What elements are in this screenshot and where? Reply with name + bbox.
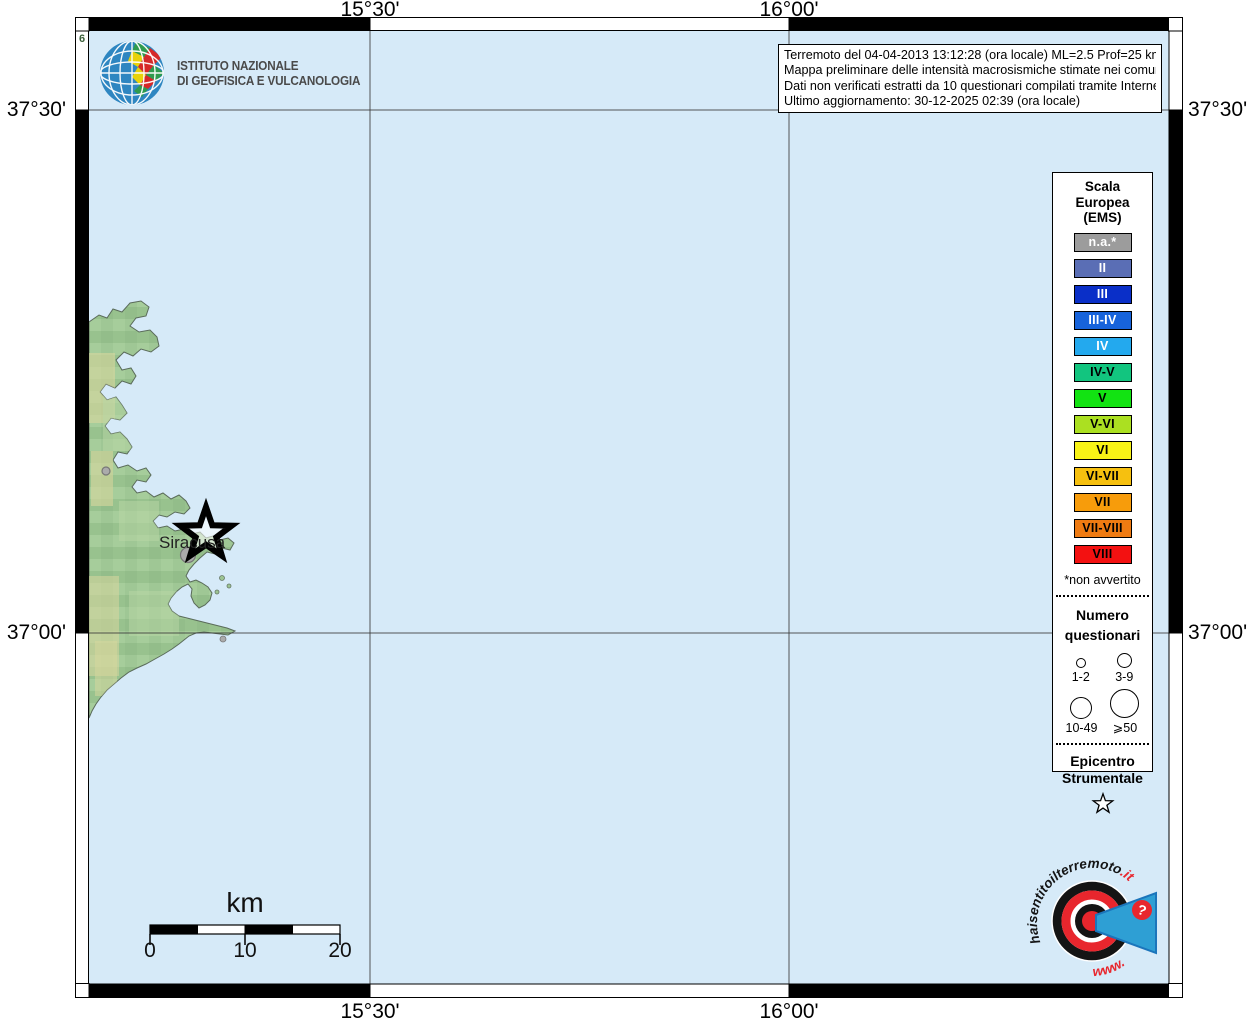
- legend-title-line3: (EMS): [1053, 210, 1152, 226]
- macroseismic-map-page: 15°30' 16°00' 15°30' 16°00' 37°30' 37°00…: [0, 0, 1255, 1024]
- scalebar-tick-20: 20: [328, 939, 351, 963]
- questionnaire-title-line1: Numero: [1053, 605, 1152, 625]
- intensity-chip-v-vi: V-VI: [1074, 415, 1132, 434]
- intensity-chip-iii: III: [1074, 285, 1132, 304]
- intensity-chip-vi: VI: [1074, 441, 1132, 460]
- legend-box: Scala Europea (EMS) n.a.* II III III-IV …: [1052, 172, 1153, 772]
- event-info-line2: Mappa preliminare delle intensità macros…: [784, 63, 1156, 78]
- sea-fill: [89, 31, 1169, 984]
- questionnaire-circle-3-9-icon: [1117, 653, 1132, 668]
- institute-name-line1: ISTITUTO NAZIONALE: [177, 58, 360, 74]
- lat-label-left-2: 37°00': [0, 621, 66, 645]
- legend-title-line1: Scala: [1053, 179, 1152, 195]
- municipality-circle-small: [102, 467, 110, 475]
- legend-title-line2: Europea: [1053, 195, 1152, 211]
- intensity-chip-ii: II: [1074, 259, 1132, 278]
- lat-label-right-2: 37°00': [1188, 621, 1254, 645]
- lat-label-left-1: 37°30': [0, 98, 66, 122]
- legend-separator-2: [1056, 743, 1149, 745]
- questionnaire-circle-1-2-icon: [1076, 658, 1086, 668]
- lon-label-top-2: 16°00': [759, 0, 818, 22]
- intensity-chip-vii: VII: [1074, 493, 1132, 512]
- ingv-branding: ISTITUTO NAZIONALE DI GEOFISICA E VULCAN…: [97, 39, 381, 107]
- lon-label-bottom-1: 15°30': [340, 1000, 399, 1024]
- lon-label-top-1: 15°30': [340, 0, 399, 22]
- scalebar-tick-10: 10: [233, 939, 256, 963]
- scalebar-unit: km: [195, 887, 295, 919]
- event-info-line1: Terremoto del 04-04-2013 13:12:28 (ora l…: [784, 48, 1156, 63]
- intensity-chip-vi-vii: VI-VII: [1074, 467, 1132, 486]
- questionnaire-title-line2: questionari: [1053, 625, 1152, 645]
- islet-2: [227, 584, 231, 588]
- islet-4: [220, 636, 226, 642]
- epicenter-title-line2: Strumentale: [1053, 770, 1152, 787]
- islet-1: [220, 576, 225, 581]
- questionnaire-size-50: ⩾50: [1113, 720, 1137, 735]
- intensity-chip-viii: VIII: [1074, 545, 1132, 564]
- legend-epicenter-star-icon: [1090, 791, 1116, 817]
- event-info-box: Terremoto del 04-04-2013 13:12:28 (ora l…: [778, 44, 1162, 113]
- haisentitoilterremoto-logo: haisentitoilterremoto.it www. ?: [1027, 856, 1159, 984]
- questionnaire-size-10-49: 10-49: [1066, 721, 1098, 735]
- lat-label-right-1: 37°30': [1188, 98, 1254, 122]
- map-canvas: ISTITUTO NAZIONALE DI GEOFISICA E VULCAN…: [89, 31, 1169, 984]
- intensity-chip-iv-v: IV-V: [1074, 363, 1132, 382]
- islet-3: [215, 590, 219, 594]
- intensity-chip-vii-viii: VII-VIII: [1074, 519, 1132, 538]
- intensity-chip-v: V: [1074, 389, 1132, 408]
- city-label-siracusa: Siracusa: [159, 533, 225, 553]
- lon-label-bottom-2: 16°00': [759, 1000, 818, 1024]
- institute-name-line2: DI GEOFISICA E VULCANOLOGIA: [177, 73, 360, 89]
- corner-mark: 6: [79, 33, 85, 45]
- legend-separator-1: [1056, 595, 1149, 597]
- legend-footnote: *non avvertito: [1053, 573, 1152, 587]
- questionnaire-circle-50-icon: [1110, 689, 1139, 718]
- intensity-chip-iv: IV: [1074, 337, 1132, 356]
- event-info-line4: Ultimo aggiornamento: 30-12-2025 02:39 (…: [784, 94, 1156, 109]
- ingv-globe-icon: [97, 39, 167, 107]
- epicenter-title-line1: Epicentro: [1053, 753, 1152, 770]
- terrain-layer: [89, 31, 1169, 984]
- questionnaire-size-3-9: 3-9: [1115, 670, 1133, 684]
- scalebar-tick-0: 0: [144, 939, 156, 963]
- questionnaire-circle-10-49-icon: [1070, 697, 1092, 719]
- intensity-chip-iii-iv: III-IV: [1074, 311, 1132, 330]
- questionnaire-size-1-2: 1-2: [1072, 670, 1090, 684]
- intensity-chip-na: n.a.*: [1074, 233, 1132, 252]
- event-info-line3: Dati non verificati estratti da 10 quest…: [784, 79, 1156, 94]
